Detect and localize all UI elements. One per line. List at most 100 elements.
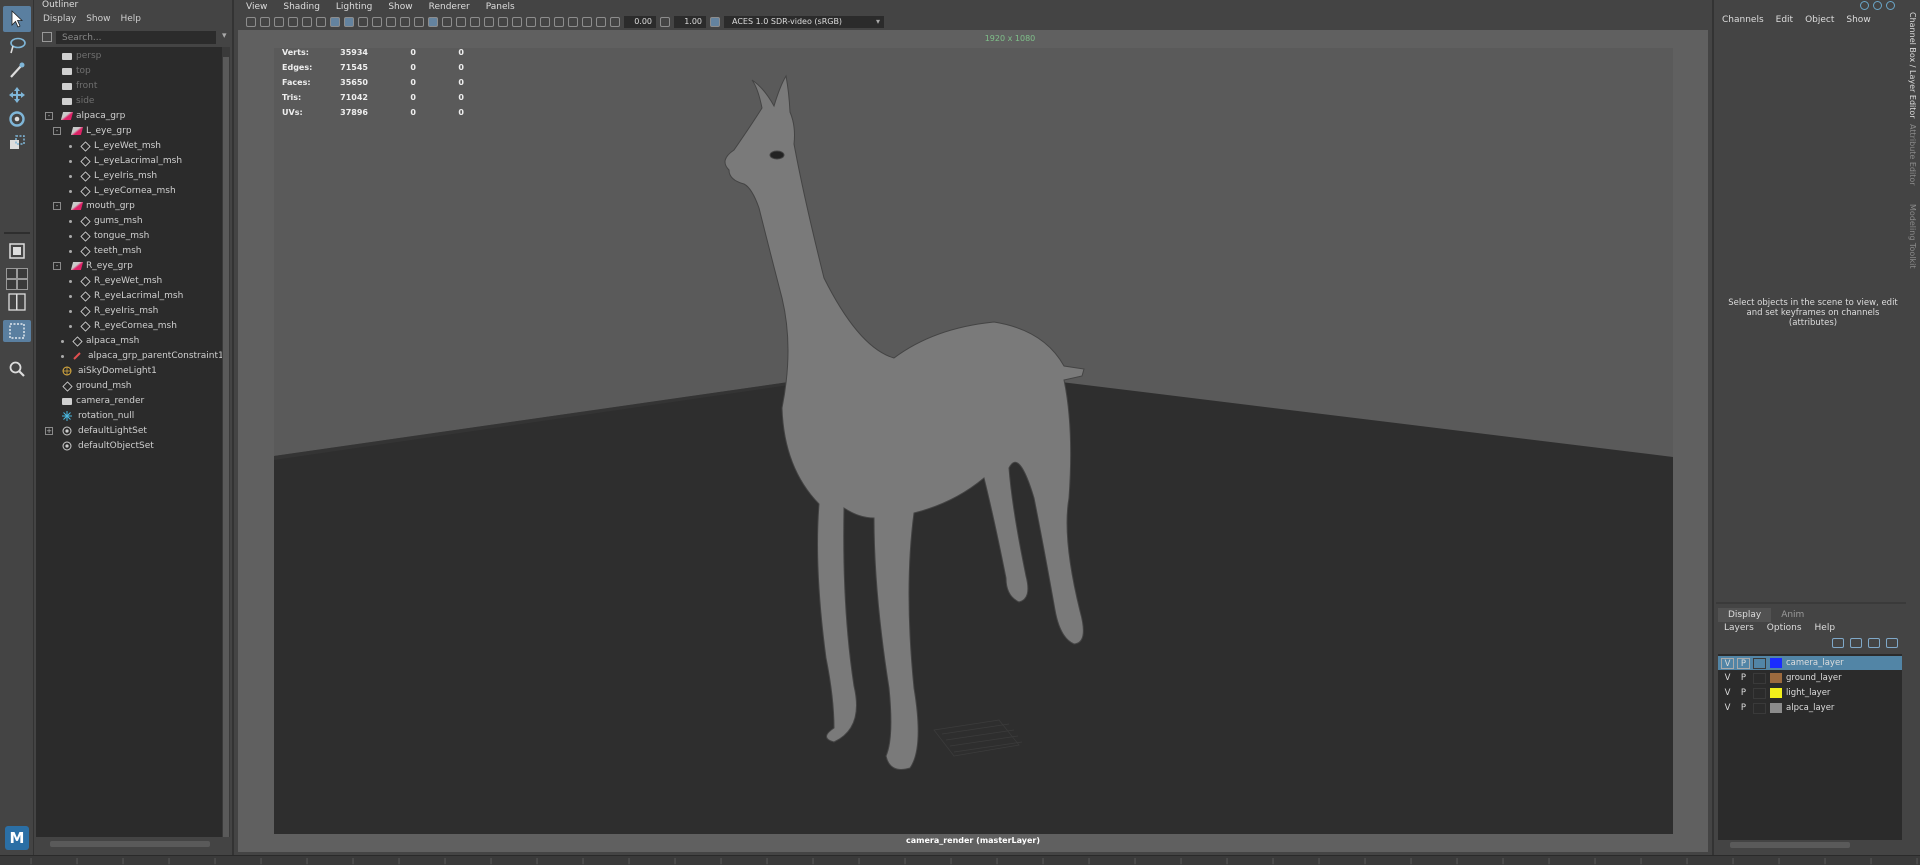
outliner-item[interactable]: rotation_null [62, 409, 134, 423]
outliner-item[interactable]: front [62, 79, 97, 93]
safe-action-icon[interactable] [386, 16, 396, 27]
select-tool-icon[interactable] [3, 6, 31, 32]
outliner-item[interactable]: R_eyeCornea_msh [80, 319, 177, 333]
close-icon[interactable] [1886, 1, 1895, 10]
viewport-menu-panels[interactable]: Panels [486, 2, 515, 12]
two-pane-layout-icon[interactable] [17, 268, 28, 279]
outliner-item[interactable]: R_eyeWet_msh [80, 274, 162, 288]
select-camera-icon[interactable] [246, 16, 256, 27]
outliner-item[interactable]: L_eyeCornea_msh [80, 184, 176, 198]
layer-menu-layers[interactable]: Layers [1724, 623, 1754, 633]
layer-menu-help[interactable]: Help [1815, 623, 1836, 633]
safe-title-icon[interactable] [400, 16, 410, 27]
outliner-menu-show[interactable]: Show [86, 14, 110, 24]
channel-menu-edit[interactable]: Edit [1776, 15, 1793, 25]
use-all-lights-icon[interactable] [484, 16, 494, 27]
outliner-item[interactable]: L_eye_grp [70, 124, 132, 138]
viewport-menu-show[interactable]: Show [388, 2, 412, 12]
outliner-item[interactable]: L_eyeWet_msh [80, 139, 161, 153]
outliner-search-input[interactable]: Search... [56, 31, 216, 44]
float-icon[interactable] [1873, 1, 1882, 10]
viewport-menu-lighting[interactable]: Lighting [336, 2, 372, 12]
camera-attributes-icon[interactable] [260, 16, 270, 27]
layer-editor-divider[interactable] [1716, 602, 1906, 604]
outliner-horizontal-scrollbar[interactable] [40, 839, 226, 849]
layer-visibility-toggle[interactable]: V [1721, 673, 1734, 684]
channel-menu-channels[interactable]: Channels [1722, 15, 1764, 25]
split-layout-icon[interactable] [3, 292, 31, 312]
outliner-item[interactable]: R_eyeIris_msh [80, 304, 158, 318]
field-chart-icon[interactable] [372, 16, 382, 27]
motion-blur-icon[interactable] [526, 16, 536, 27]
textured-icon[interactable] [470, 16, 480, 27]
layer-row[interactable]: V Palpca_layer [1718, 701, 1902, 715]
outliner-item[interactable]: ground_msh [62, 379, 132, 393]
layer-playback-toggle[interactable]: P [1737, 688, 1750, 699]
outliner-item[interactable]: R_eyeLacrimal_msh [80, 289, 183, 303]
channel-menu-object[interactable]: Object [1805, 15, 1834, 25]
tab-attribute-editor[interactable]: Attribute Editor [1908, 124, 1917, 186]
time-slider[interactable]: | | | | | | | | | | | | | | | | | | | | | | | | | | | | | | | | | | | | | | | |… [0, 855, 1920, 865]
layer-color-swatch[interactable] [1770, 658, 1782, 668]
single-pane-layout-icon[interactable] [3, 238, 31, 264]
tree-expand-toggle[interactable]: + [45, 427, 53, 435]
color-management-icon[interactable] [710, 16, 720, 27]
tree-expand-toggle[interactable]: - [45, 112, 53, 120]
move-layer-down-icon[interactable] [1850, 638, 1862, 648]
layer-display-type-toggle[interactable] [1753, 657, 1766, 669]
tree-expand-toggle[interactable]: - [53, 127, 61, 135]
lasso-tool-icon[interactable] [3, 33, 31, 59]
layer-horizontal-scrollbar[interactable] [1718, 840, 1902, 850]
paint-select-tool-icon[interactable] [3, 58, 31, 84]
outliner-item[interactable]: alpaca_msh [72, 334, 139, 348]
default-material-icon[interactable] [442, 16, 452, 27]
layer-color-swatch[interactable] [1770, 703, 1782, 713]
layer-row[interactable]: V Pcamera_layer [1718, 656, 1902, 670]
layer-row[interactable]: V Plight_layer [1718, 686, 1902, 700]
layer-color-swatch[interactable] [1770, 688, 1782, 698]
scale-tool-icon[interactable] [3, 130, 31, 156]
layer-menu-options[interactable]: Options [1767, 623, 1802, 633]
viewport-menu-view[interactable]: View [246, 2, 267, 12]
graph-layout-icon[interactable] [17, 279, 28, 290]
isolate-select-icon[interactable] [568, 16, 578, 27]
search-filter-icon[interactable] [42, 32, 52, 42]
gate-mask-icon[interactable] [358, 16, 368, 27]
search-dropdown-icon[interactable]: ▾ [222, 31, 227, 41]
tab-modeling-toolkit[interactable]: Modeling Toolkit [1908, 204, 1917, 268]
outliner-item[interactable]: defaultLightSet [62, 424, 147, 438]
wireframe-on-shaded-icon[interactable] [456, 16, 466, 27]
outliner-item[interactable]: aiSkyDomeLight1 [62, 364, 157, 378]
outliner-item[interactable]: side [62, 94, 94, 108]
outliner-menu-help[interactable]: Help [120, 14, 141, 24]
layer-display-type-toggle[interactable] [1753, 687, 1766, 699]
layer-visibility-toggle[interactable]: V [1721, 657, 1734, 669]
exposure-field[interactable]: 0.00 [624, 15, 656, 28]
screen-space-ao-icon[interactable] [512, 16, 522, 27]
exposure-icon[interactable] [610, 16, 620, 27]
outliner-item[interactable]: gums_msh [80, 214, 143, 228]
bookmark-icon[interactable] [274, 16, 284, 27]
scene-render-area[interactable]: Verts: 35934 0 0 Edges: 71545 0 0 Faces: 35650 0 0 T… [274, 48, 1673, 834]
grid-icon[interactable] [316, 16, 326, 27]
outliner-item[interactable]: R_eye_grp [70, 259, 133, 273]
outliner-item[interactable]: mouth_grp [70, 199, 135, 213]
color-space-dropdown[interactable]: ACES 1.0 SDR-video (sRGB) [724, 15, 884, 28]
outliner-item[interactable]: alpaca_grp_parentConstraint1 [72, 349, 224, 363]
tree-expand-toggle[interactable]: - [53, 202, 61, 210]
film-gate-icon[interactable] [330, 16, 340, 27]
rotate-tool-icon[interactable] [3, 106, 31, 132]
new-layer-from-selection-icon[interactable] [1886, 638, 1898, 648]
outliner-item[interactable]: defaultObjectSet [62, 439, 154, 453]
outliner-persp-layout-icon[interactable] [6, 279, 17, 290]
outliner-item[interactable]: alpaca_grp [60, 109, 125, 123]
xray-icon[interactable] [582, 16, 592, 27]
outliner-vertical-scrollbar[interactable] [222, 47, 230, 837]
gamma-field[interactable]: 1.00 [674, 15, 706, 28]
layer-playback-toggle[interactable]: P [1737, 673, 1750, 684]
tab-channel-box-layer-editor[interactable]: Channel Box / Layer Editor [1908, 12, 1917, 119]
pin-icon[interactable] [1860, 1, 1869, 10]
move-tool-icon[interactable] [3, 82, 31, 108]
tab-anim[interactable]: Anim [1771, 608, 1814, 622]
layer-display-type-toggle[interactable] [1753, 702, 1766, 714]
